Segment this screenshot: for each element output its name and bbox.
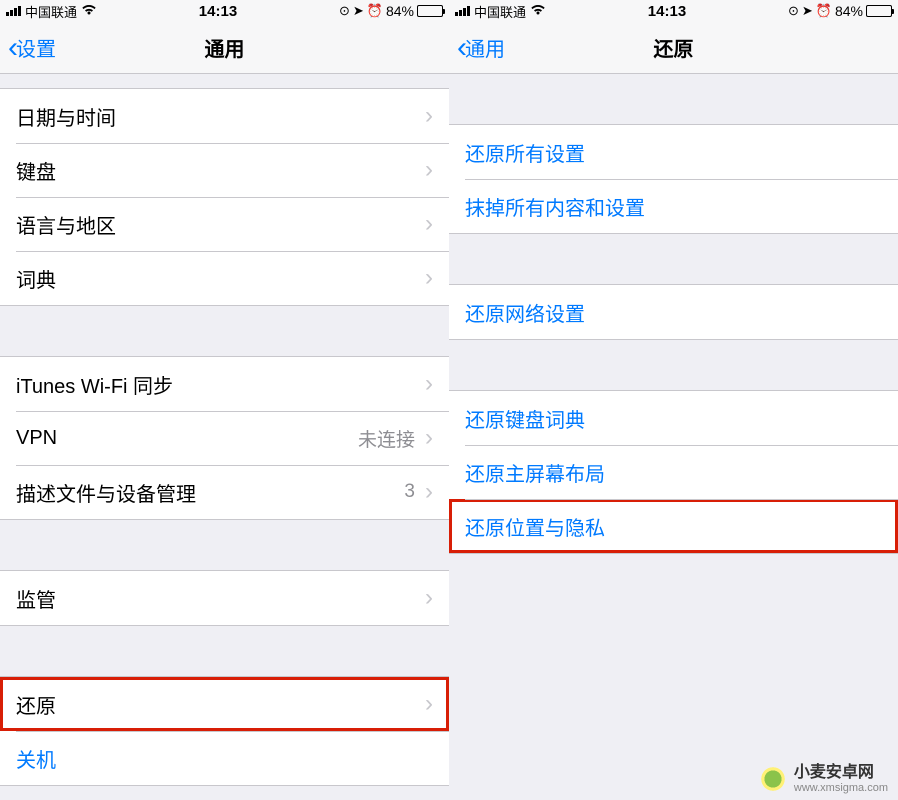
status-bar: 中国联通 14:13 ⊙ ➤ ⏰ 84% [449,0,898,22]
chevron-right-icon: › [425,690,433,718]
row-label: iTunes Wi-Fi 同步 [16,370,173,399]
content: 日期与时间 › 键盘 › 语言与地区 › 词典 › iTunes Wi-Fi 同… [0,74,449,800]
back-label: 设置 [16,33,56,62]
phone-left: 中国联通 14:13 ⊙ ➤ ⏰ 84% ‹ 设置 通用 日期与时间 › [0,0,449,800]
chevron-right-icon: › [425,264,433,292]
row-keyboard[interactable]: 键盘 › [0,143,449,197]
watermark: 小麦安卓网 www.xmsigma.com [758,764,888,794]
back-label: 通用 [465,33,505,62]
signal-icon [455,6,470,16]
row-profiles[interactable]: 描述文件与设备管理 3 › [0,465,449,519]
status-time: 14:13 [648,3,686,20]
chevron-right-icon: › [425,102,433,130]
phone-right: 中国联通 14:13 ⊙ ➤ ⏰ 84% ‹ 通用 还原 还原所有设置 抹掉所有 [449,0,898,800]
battery-icon [417,5,443,17]
chevron-right-icon: › [425,156,433,184]
watermark-url: www.xmsigma.com [794,782,888,794]
signal-icon [6,6,21,16]
row-label: 还原位置与隐私 [465,512,605,541]
row-label: 监管 [16,584,56,613]
row-reset-all[interactable]: 还原所有设置 [449,125,898,179]
row-vpn[interactable]: VPN 未连接 › [0,411,449,465]
row-dictionary[interactable]: 词典 › [0,251,449,305]
row-reset-home[interactable]: 还原主屏幕布局 [449,445,898,499]
row-label: 还原主屏幕布局 [465,458,605,487]
page-title: 通用 [0,33,449,62]
row-detail: 未连接 [358,425,421,452]
rotation-lock-icon: ⊙ [339,3,350,19]
page-title: 还原 [449,33,898,62]
row-erase-all[interactable]: 抹掉所有内容和设置 [449,179,898,233]
row-reset-network[interactable]: 还原网络设置 [449,285,898,339]
alarm-icon: ⏰ [816,3,832,19]
chevron-right-icon: › [425,584,433,612]
chevron-right-icon: › [425,210,433,238]
wifi-icon [530,4,546,19]
carrier-label: 中国联通 [25,2,77,21]
row-date-time[interactable]: 日期与时间 › [0,89,449,143]
status-time: 14:13 [199,3,237,20]
nav-bar: ‹ 通用 还原 [449,22,898,74]
back-button[interactable]: ‹ 设置 [8,33,56,63]
alarm-icon: ⏰ [367,3,383,19]
watermark-logo-icon [758,764,788,794]
row-shutdown[interactable]: 关机 [0,731,449,785]
status-bar: 中国联通 14:13 ⊙ ➤ ⏰ 84% [0,0,449,22]
row-supervision[interactable]: 监管 › [0,571,449,625]
row-label: 还原网络设置 [465,298,585,327]
row-label: 关机 [16,744,56,773]
battery-label: 84% [386,3,414,19]
row-label: 抹掉所有内容和设置 [465,192,645,221]
row-label: 描述文件与设备管理 [16,478,196,507]
chevron-right-icon: › [425,478,433,506]
carrier-label: 中国联通 [474,2,526,21]
row-reset-location-privacy[interactable]: 还原位置与隐私 [449,499,898,553]
watermark-name: 小麦安卓网 [794,764,888,782]
row-label: 语言与地区 [16,210,116,239]
battery-icon [866,5,892,17]
location-icon: ➤ [802,3,813,19]
rotation-lock-icon: ⊙ [788,3,799,19]
chevron-right-icon: › [425,424,433,452]
location-icon: ➤ [353,3,364,19]
row-label: 还原所有设置 [465,138,585,167]
battery-label: 84% [835,3,863,19]
row-label: 日期与时间 [16,102,116,131]
row-label: 还原键盘词典 [465,404,585,433]
content: 还原所有设置 抹掉所有内容和设置 还原网络设置 还原键盘词典 还原主屏幕布局 还… [449,74,898,800]
chevron-right-icon: › [425,370,433,398]
row-reset-keyboard[interactable]: 还原键盘词典 [449,391,898,445]
row-detail: 3 [404,481,421,503]
row-label: 词典 [16,264,56,293]
wifi-icon [81,4,97,19]
row-label: 键盘 [16,156,56,185]
row-lang-region[interactable]: 语言与地区 › [0,197,449,251]
nav-bar: ‹ 设置 通用 [0,22,449,74]
row-label: 还原 [16,690,56,719]
row-reset[interactable]: 还原 › [0,677,449,731]
row-itunes-wifi[interactable]: iTunes Wi-Fi 同步 › [0,357,449,411]
row-label: VPN [16,427,57,450]
back-button[interactable]: ‹ 通用 [457,33,505,63]
